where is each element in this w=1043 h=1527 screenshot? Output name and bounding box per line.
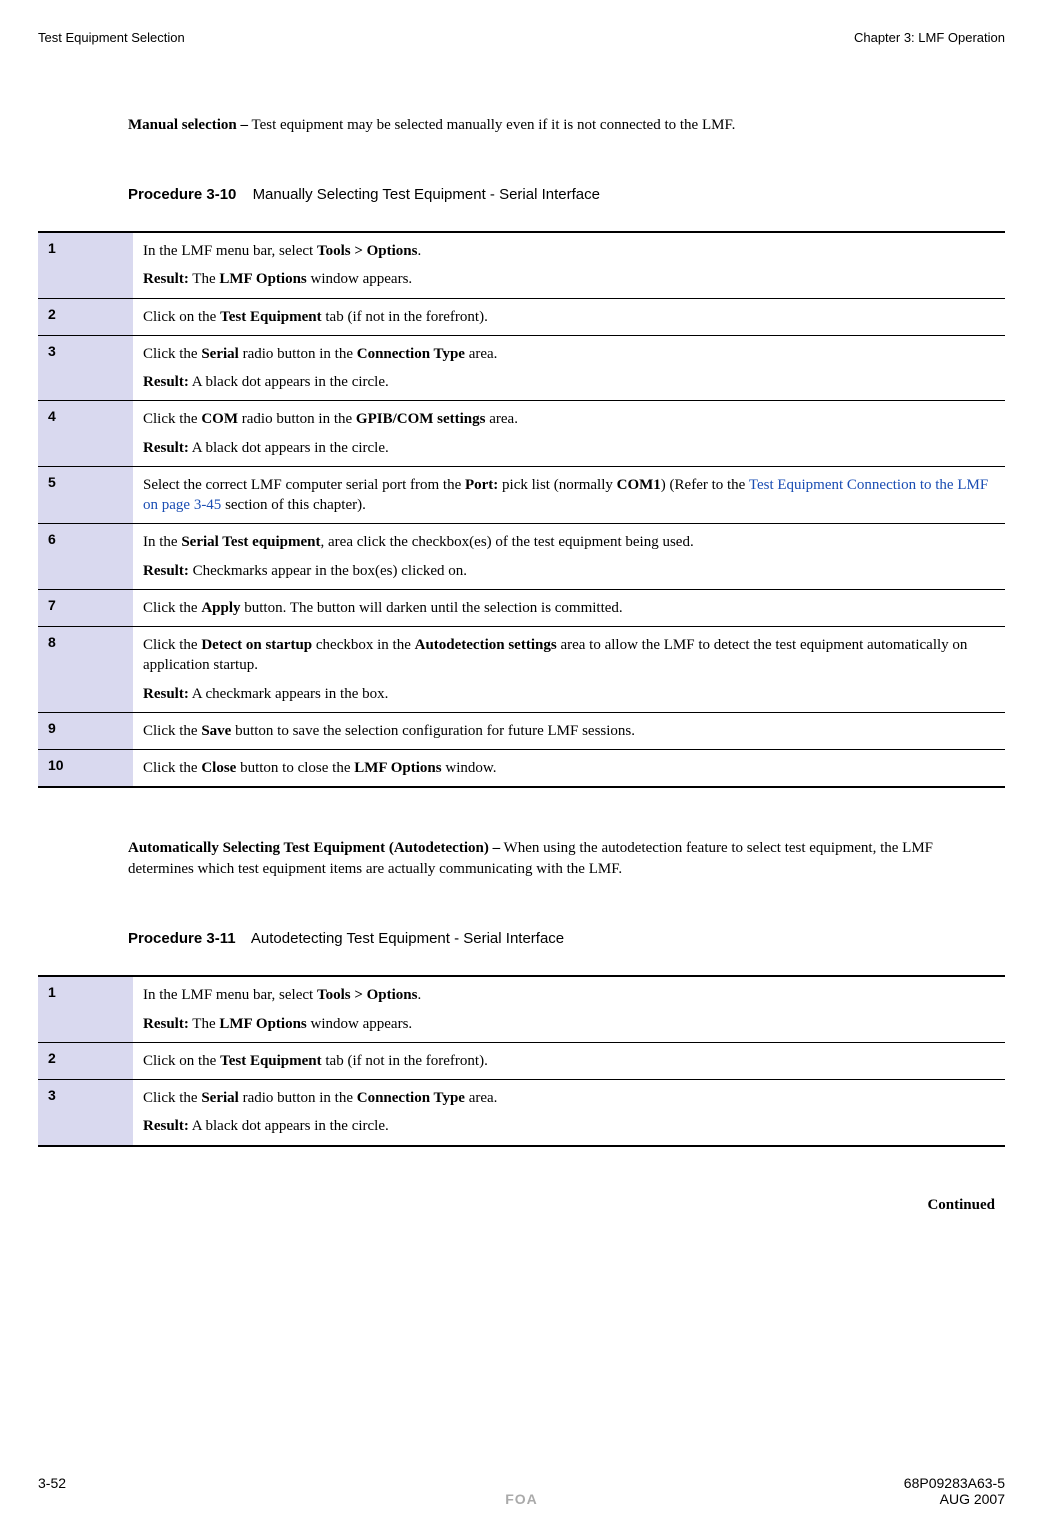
step-description: Click the Close button to close the LMF …	[133, 750, 1005, 788]
step-description: Select the correct LMF computer serial p…	[133, 466, 1005, 524]
step-description: Click the Serial radio button in the Con…	[133, 1080, 1005, 1146]
procedure-3-10-table: 1 In the LMF menu bar, select Tools > Op…	[38, 231, 1005, 788]
table-row: 9 Click the Save button to save the sele…	[38, 712, 1005, 749]
footer-page-number: 3-52	[38, 1475, 238, 1491]
manual-selection-bold: Manual selection –	[128, 117, 248, 133]
procedure-3-10-num: Procedure 3-10	[128, 186, 236, 203]
procedure-3-11-table: 1 In the LMF menu bar, select Tools > Op…	[38, 975, 1005, 1146]
procedure-3-11-title: Procedure 3-11 Autodetecting Test Equipm…	[128, 930, 995, 947]
table-row: 6 In the Serial Test equipment, area cli…	[38, 524, 1005, 590]
table-row: 2 Click on the Test Equipment tab (if no…	[38, 1042, 1005, 1079]
procedure-3-10-title: Procedure 3-10 Manually Selecting Test E…	[128, 186, 995, 203]
step-description: In the Serial Test equipment, area click…	[133, 524, 1005, 590]
step-number: 9	[38, 712, 133, 749]
auto-selection-bold: Automatically Selecting Test Equipment (…	[128, 840, 500, 856]
table-row: 2 Click on the Test Equipment tab (if no…	[38, 298, 1005, 335]
procedure-3-10-name: Manually Selecting Test Equipment - Seri…	[253, 186, 600, 203]
step-description: Click on the Test Equipment tab (if not …	[133, 1042, 1005, 1079]
step-description: Click the Save button to save the select…	[133, 712, 1005, 749]
table-row: 3 Click the Serial radio button in the C…	[38, 1080, 1005, 1146]
procedure-3-11-name: Autodetecting Test Equipment - Serial In…	[251, 930, 564, 947]
table-row: 8 Click the Detect on startup checkbox i…	[38, 627, 1005, 713]
table-row: 5 Select the correct LMF computer serial…	[38, 466, 1005, 524]
step-number: 3	[38, 335, 133, 401]
step-description: Click the Serial radio button in the Con…	[133, 335, 1005, 401]
step-number: 6	[38, 524, 133, 590]
procedure-3-11-num: Procedure 3-11	[128, 930, 236, 947]
step-number: 3	[38, 1080, 133, 1146]
table-row: 1 In the LMF menu bar, select Tools > Op…	[38, 232, 1005, 298]
footer-foa: FOA	[238, 1491, 805, 1507]
step-number: 8	[38, 627, 133, 713]
manual-selection-text: Test equipment may be selected manually …	[248, 117, 735, 133]
step-number: 2	[38, 298, 133, 335]
table-row: 7 Click the Apply button. The button wil…	[38, 589, 1005, 626]
step-description: Click the COM radio button in the GPIB/C…	[133, 401, 1005, 467]
step-number: 2	[38, 1042, 133, 1079]
step-description: In the LMF menu bar, select Tools > Opti…	[133, 232, 1005, 298]
footer-doc-number: 68P09283A63-5	[805, 1475, 1005, 1491]
page-footer: 3-52 68P09283A63-5 FOA AUG 2007	[38, 1475, 1005, 1507]
step-number: 1	[38, 976, 133, 1042]
header-left: Test Equipment Selection	[38, 30, 185, 45]
step-number: 1	[38, 232, 133, 298]
manual-selection-paragraph: Manual selection – Test equipment may be…	[128, 115, 995, 203]
step-number: 5	[38, 466, 133, 524]
step-description: Click on the Test Equipment tab (if not …	[133, 298, 1005, 335]
step-number: 10	[38, 750, 133, 788]
auto-selection-paragraph: Automatically Selecting Test Equipment (…	[128, 838, 995, 947]
header-right: Chapter 3: LMF Operation	[854, 30, 1005, 45]
table-row: 10 Click the Close button to close the L…	[38, 750, 1005, 788]
step-description: Click the Detect on startup checkbox in …	[133, 627, 1005, 713]
step-description: Click the Apply button. The button will …	[133, 589, 1005, 626]
step-number: 4	[38, 401, 133, 467]
footer-date: AUG 2007	[805, 1491, 1005, 1507]
page-header: Test Equipment Selection Chapter 3: LMF …	[38, 30, 1005, 45]
table-row: 1 In the LMF menu bar, select Tools > Op…	[38, 976, 1005, 1042]
table-row: 4 Click the COM radio button in the GPIB…	[38, 401, 1005, 467]
step-number: 7	[38, 589, 133, 626]
continued-label: Continued	[38, 1197, 995, 1214]
step-description: In the LMF menu bar, select Tools > Opti…	[133, 976, 1005, 1042]
table-row: 3 Click the Serial radio button in the C…	[38, 335, 1005, 401]
